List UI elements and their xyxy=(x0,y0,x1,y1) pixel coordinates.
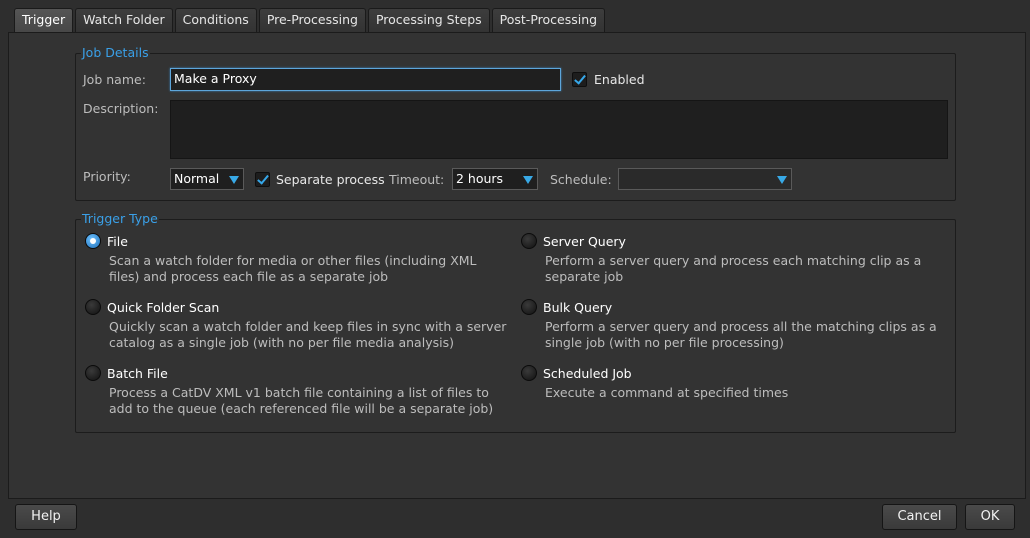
tab-watch-folder[interactable]: Watch Folder xyxy=(75,8,173,32)
priority-value: Normal xyxy=(174,171,220,186)
priority-select[interactable]: Normal xyxy=(170,168,244,190)
trigger-quick-folder-scan-label: Quick Folder Scan xyxy=(107,300,220,315)
trigger-server-query-description: Perform a server query and process each … xyxy=(545,253,922,284)
trigger-server-query-radio[interactable] xyxy=(521,233,537,249)
tab-post-processing[interactable]: Post-Processing xyxy=(491,8,606,32)
chevron-down-icon xyxy=(523,176,533,184)
trigger-quick-folder-scan-radio[interactable] xyxy=(85,299,101,315)
tab-conditions[interactable]: Conditions xyxy=(174,8,257,32)
tab-panel-trigger: Job Details Job name: Make a Proxy Enabl… xyxy=(8,32,1026,499)
tab-bar: Trigger Watch Folder Conditions Pre-Proc… xyxy=(14,8,607,33)
trigger-file-radio[interactable] xyxy=(85,233,101,249)
chevron-down-icon xyxy=(777,176,787,184)
job-name-label: Job name: xyxy=(83,72,146,87)
tab-processing-steps[interactable]: Processing Steps xyxy=(367,8,490,32)
trigger-type-title: Trigger Type xyxy=(81,211,159,226)
timeout-select[interactable]: 2 hours xyxy=(452,168,538,190)
trigger-bulk-query-description: Perform a server query and process all t… xyxy=(545,319,937,350)
separate-process-checkbox[interactable] xyxy=(255,172,270,187)
priority-label: Priority: xyxy=(83,169,131,184)
trigger-batch-file-description: Process a CatDV XML v1 batch file contai… xyxy=(109,385,494,416)
trigger-batch-file-radio[interactable] xyxy=(85,365,101,381)
trigger-quick-folder-scan-description: Quickly scan a watch folder and keep fil… xyxy=(109,319,507,350)
timeout-label: Timeout: xyxy=(389,172,445,187)
schedule-label: Schedule: xyxy=(550,172,612,187)
trigger-scheduled-job-description: Execute a command at specified times xyxy=(545,385,789,400)
enabled-checkbox[interactable] xyxy=(572,72,587,87)
job-details-title: Job Details xyxy=(81,45,150,60)
cancel-button[interactable]: Cancel xyxy=(882,504,957,530)
trigger-server-query-label: Server Query xyxy=(543,234,626,249)
chevron-down-icon xyxy=(229,176,239,184)
trigger-bulk-query-radio[interactable] xyxy=(521,299,537,315)
help-button[interactable]: Help xyxy=(15,504,77,530)
trigger-scheduled-job-label: Scheduled Job xyxy=(543,366,632,381)
tab-pre-processing[interactable]: Pre-Processing xyxy=(258,8,366,32)
trigger-batch-file-label: Batch File xyxy=(107,366,168,381)
description-textarea[interactable] xyxy=(170,100,948,159)
separate-process-label: Separate process xyxy=(276,172,385,187)
description-label: Description: xyxy=(83,101,159,116)
tab-trigger[interactable]: Trigger xyxy=(14,8,74,33)
trigger-file-description: Scan a watch folder for media or other f… xyxy=(109,253,477,284)
trigger-file-label: File xyxy=(107,234,128,249)
enabled-label: Enabled xyxy=(594,72,645,87)
timeout-value: 2 hours xyxy=(456,171,504,186)
ok-button[interactable]: OK xyxy=(965,504,1015,530)
trigger-scheduled-job-radio[interactable] xyxy=(521,365,537,381)
job-name-input[interactable]: Make a Proxy xyxy=(170,68,561,91)
trigger-bulk-query-label: Bulk Query xyxy=(543,300,613,315)
schedule-select[interactable] xyxy=(618,168,792,190)
